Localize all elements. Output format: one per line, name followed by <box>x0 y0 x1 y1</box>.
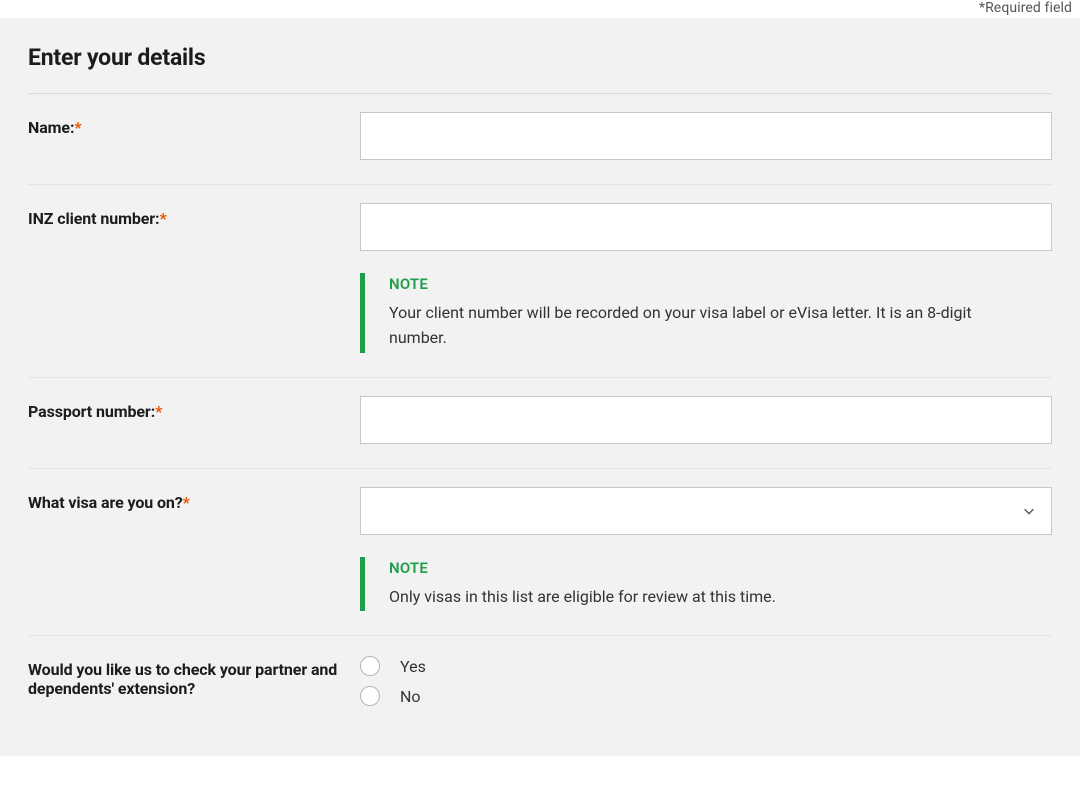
passport-label: Passport number:* <box>28 402 162 421</box>
label-col: INZ client number:* <box>28 203 360 353</box>
note-accent-bar <box>360 273 365 353</box>
field-col: NOTE Only visas in this list are eligibl… <box>360 487 1052 612</box>
note-text: Your client number will be recorded on y… <box>389 301 1009 351</box>
radio-no-label: No <box>400 687 421 706</box>
row-visa: What visa are you on?* NOTE Only visas i… <box>28 469 1052 637</box>
note-text: Only visas in this list are eligible for… <box>389 585 776 610</box>
field-col <box>360 396 1052 444</box>
label-col: Would you like us to check your partner … <box>28 654 360 716</box>
visa-select[interactable] <box>360 487 1052 535</box>
row-passport: Passport number:* <box>28 378 1052 469</box>
radio-yes[interactable]: Yes <box>360 656 1052 676</box>
note-title: NOTE <box>389 275 1009 293</box>
client-number-input[interactable] <box>360 203 1052 251</box>
radio-circle-icon <box>360 686 380 706</box>
page-title: Enter your details <box>28 44 1052 94</box>
note-visa: NOTE Only visas in this list are eligibl… <box>360 557 1052 612</box>
visa-label: What visa are you on?* <box>28 493 190 512</box>
row-partner: Would you like us to check your partner … <box>28 636 1052 716</box>
note-body: NOTE Your client number will be recorded… <box>389 273 1009 353</box>
radio-no[interactable]: No <box>360 686 1052 706</box>
radio-circle-icon <box>360 656 380 676</box>
form-panel: Enter your details Name:* INZ client num… <box>0 18 1080 756</box>
note-body: NOTE Only visas in this list are eligibl… <box>389 557 776 612</box>
label-col: Name:* <box>28 112 360 160</box>
required-field-hint: *Required field <box>0 0 1080 18</box>
partner-label: Would you like us to check your partner … <box>28 660 337 698</box>
partner-radio-group: Yes No <box>360 654 1052 706</box>
name-input[interactable] <box>360 112 1052 160</box>
field-col: Yes No <box>360 654 1052 716</box>
field-col <box>360 112 1052 160</box>
note-client-number: NOTE Your client number will be recorded… <box>360 273 1052 353</box>
label-col: What visa are you on?* <box>28 487 360 612</box>
note-title: NOTE <box>389 559 776 577</box>
client-number-label: INZ client number:* <box>28 209 167 228</box>
passport-input[interactable] <box>360 396 1052 444</box>
row-client-number: INZ client number:* NOTE Your client num… <box>28 185 1052 378</box>
name-label: Name:* <box>28 118 82 137</box>
note-accent-bar <box>360 557 365 612</box>
field-col: NOTE Your client number will be recorded… <box>360 203 1052 353</box>
label-col: Passport number:* <box>28 396 360 444</box>
row-name: Name:* <box>28 94 1052 185</box>
radio-yes-label: Yes <box>400 657 426 676</box>
visa-select-wrap <box>360 487 1052 535</box>
